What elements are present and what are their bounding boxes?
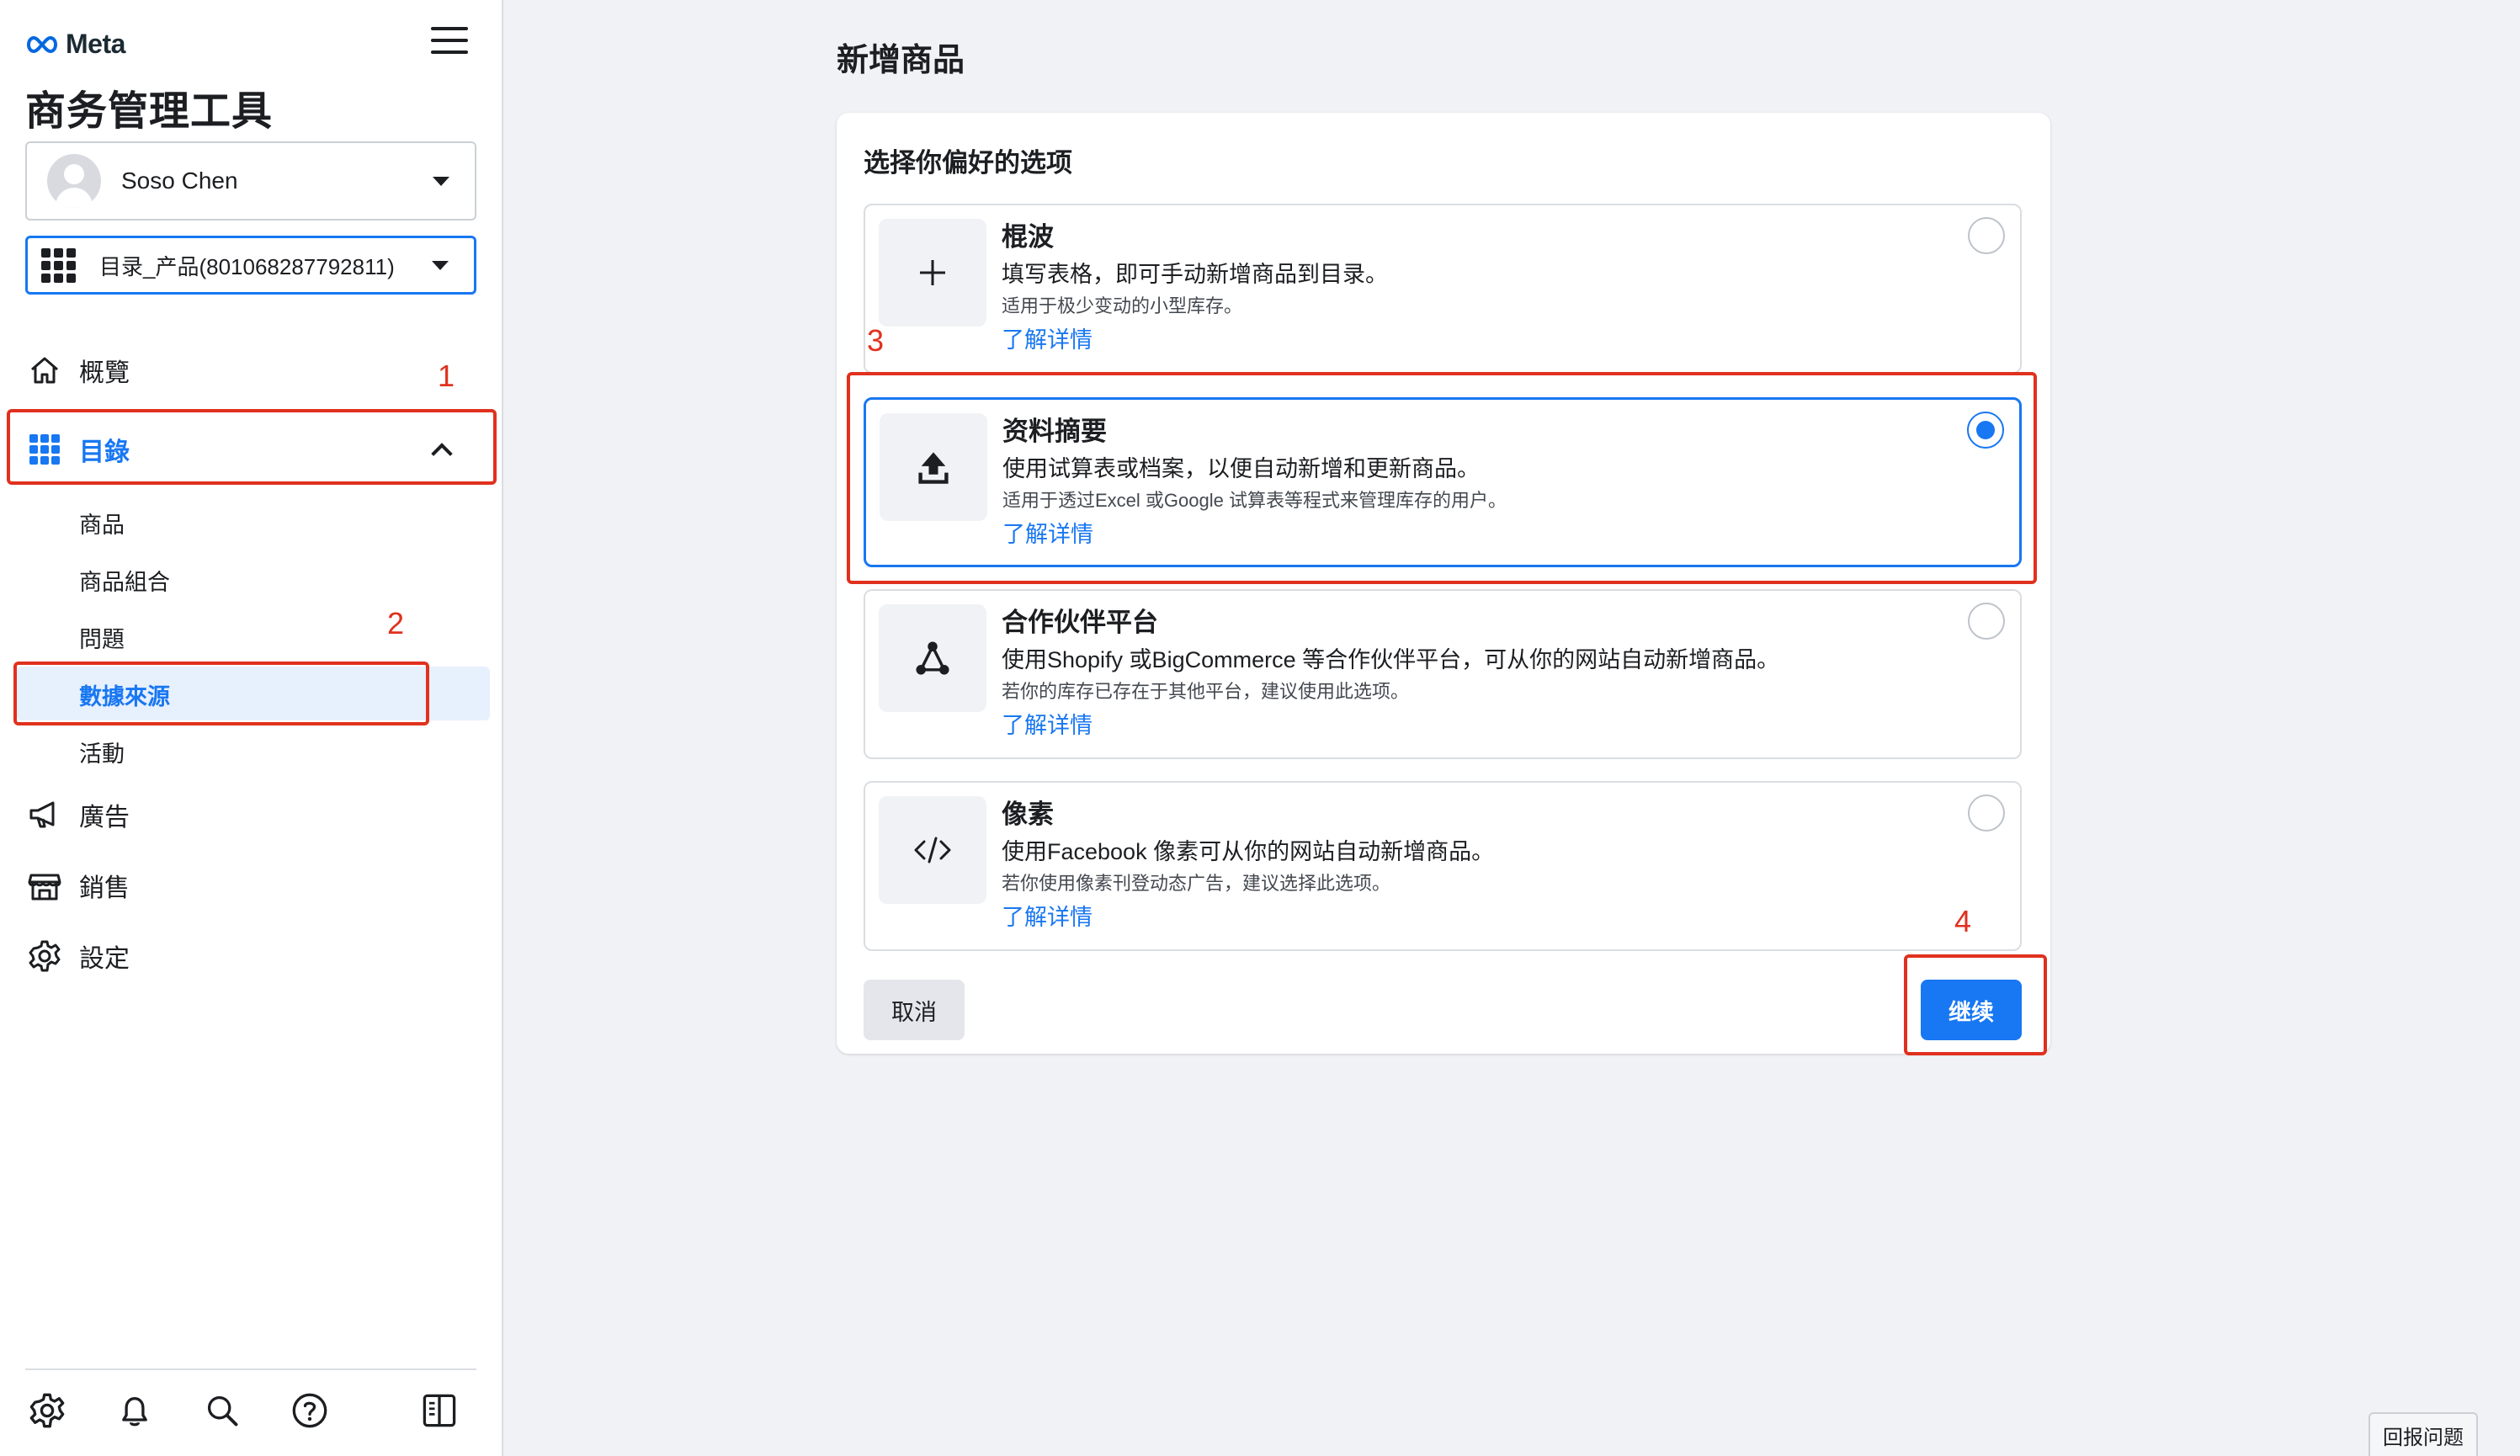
learn-more-link[interactable]: 了解详情 [1002, 707, 1093, 740]
sidebar-item-label: 概覽 [79, 359, 130, 387]
sidebar-item-label: 設定 [79, 945, 130, 973]
radio-button[interactable] [1968, 794, 2005, 832]
sidebar-item-label: 銷售 [79, 874, 130, 902]
meta-logo-text: Meta [66, 29, 125, 59]
plus-icon [879, 219, 986, 327]
search-icon[interactable] [204, 1392, 244, 1432]
annotation-box-data-feed [847, 372, 2037, 584]
option-title: 棍波 [1002, 222, 1054, 252]
megaphone-icon [27, 797, 62, 832]
grid-icon [41, 247, 76, 283]
card-title: 选择你偏好的选项 [864, 148, 1072, 178]
catalog-name: 目录_产品(801068287792811) [99, 253, 395, 279]
meta-logo[interactable]: Meta [25, 29, 125, 60]
sidebar-item-ads[interactable]: 廣告 [0, 788, 503, 842]
menu-icon[interactable] [431, 27, 468, 59]
caret-down-icon [433, 176, 449, 186]
option-title: 像素 [1002, 800, 1054, 829]
bell-icon[interactable] [116, 1392, 157, 1432]
option-pixel[interactable]: 像素 使用Facebook 像素可从你的网站自动新增商品。 若你使用像素刊登动态… [864, 781, 2022, 951]
page-title: 新增商品 [837, 43, 965, 78]
account-selector[interactable]: Soso Chen [25, 141, 476, 221]
avatar [47, 154, 101, 208]
annotation-number-2: 2 [387, 606, 405, 640]
annotation-number-3: 3 [867, 323, 885, 358]
sidebar-subitem-product-sets[interactable]: 商品組合 [79, 564, 170, 597]
home-icon [27, 353, 62, 388]
option-title: 合作伙伴平台 [1002, 608, 1158, 637]
help-icon[interactable] [291, 1392, 332, 1432]
account-name: Soso Chen [121, 167, 238, 194]
sidebar-subitem-issues[interactable]: 問題 [79, 621, 125, 654]
catalog-selector[interactable]: 目录_产品(801068287792811) [25, 236, 476, 295]
annotation-box-continue [1904, 954, 2047, 1055]
sidebar-subitem-events[interactable]: 活動 [79, 736, 125, 768]
option-partner-platform[interactable]: 合作伙伴平台 使用Shopify 或BigCommerce 等合作伙伴平台，可从… [864, 589, 2022, 759]
panel-toggle-icon[interactable] [421, 1392, 461, 1432]
radio-button[interactable] [1968, 217, 2005, 254]
learn-more-link[interactable]: 了解详情 [1002, 321, 1093, 354]
app-title: 商务管理工具 [25, 89, 274, 134]
learn-more-link[interactable]: 了解详情 [1002, 899, 1093, 932]
annotation-number-4: 4 [1954, 904, 1972, 938]
sidebar-subitem-products[interactable]: 商品 [79, 507, 125, 539]
cancel-button[interactable]: 取消 [864, 980, 965, 1040]
annotation-box-catalog [7, 409, 497, 485]
report-problem-button[interactable]: 回报问题 [2368, 1412, 2478, 1456]
annotation-box-data-sources [13, 662, 429, 725]
annotation-number-1: 1 [438, 359, 455, 393]
option-description: 填写表格，即可手动新增商品到目录。 [1002, 262, 1388, 287]
sidebar-item-label: 廣告 [79, 804, 130, 832]
bottom-toolbar [0, 1392, 503, 1434]
settings-gear-icon[interactable] [29, 1392, 69, 1432]
radio-button[interactable] [1968, 603, 2005, 640]
divider [25, 1368, 476, 1370]
sidebar-item-overview[interactable]: 概覽 [0, 343, 503, 397]
option-description: 使用Shopify 或BigCommerce 等合作伙伴平台，可从你的网站自动新… [1002, 647, 1780, 672]
code-icon [879, 796, 986, 904]
option-note: 若你使用像素刊登动态广告，建议选择此选项。 [1002, 873, 1391, 894]
gear-icon [27, 938, 62, 974]
sidebar-item-settings[interactable]: 設定 [0, 929, 503, 983]
sidebar-item-sales[interactable]: 銷售 [0, 858, 503, 912]
store-icon [27, 868, 62, 903]
option-manual[interactable]: 棍波 填写表格，即可手动新增商品到目录。 适用于极少变动的小型库存。 了解详情 [864, 204, 2022, 374]
option-note: 若你的库存已存在于其他平台，建议使用此选项。 [1002, 681, 1410, 702]
meta-infinity-icon [26, 35, 58, 53]
sidebar: Meta 商务管理工具 Soso Chen 目录_产品(801068287792… [0, 0, 503, 1456]
caret-down-icon [432, 260, 449, 270]
option-note: 适用于极少变动的小型库存。 [1002, 295, 1243, 316]
network-icon [879, 604, 986, 712]
option-description: 使用Facebook 像素可从你的网站自动新增商品。 [1002, 839, 1495, 864]
